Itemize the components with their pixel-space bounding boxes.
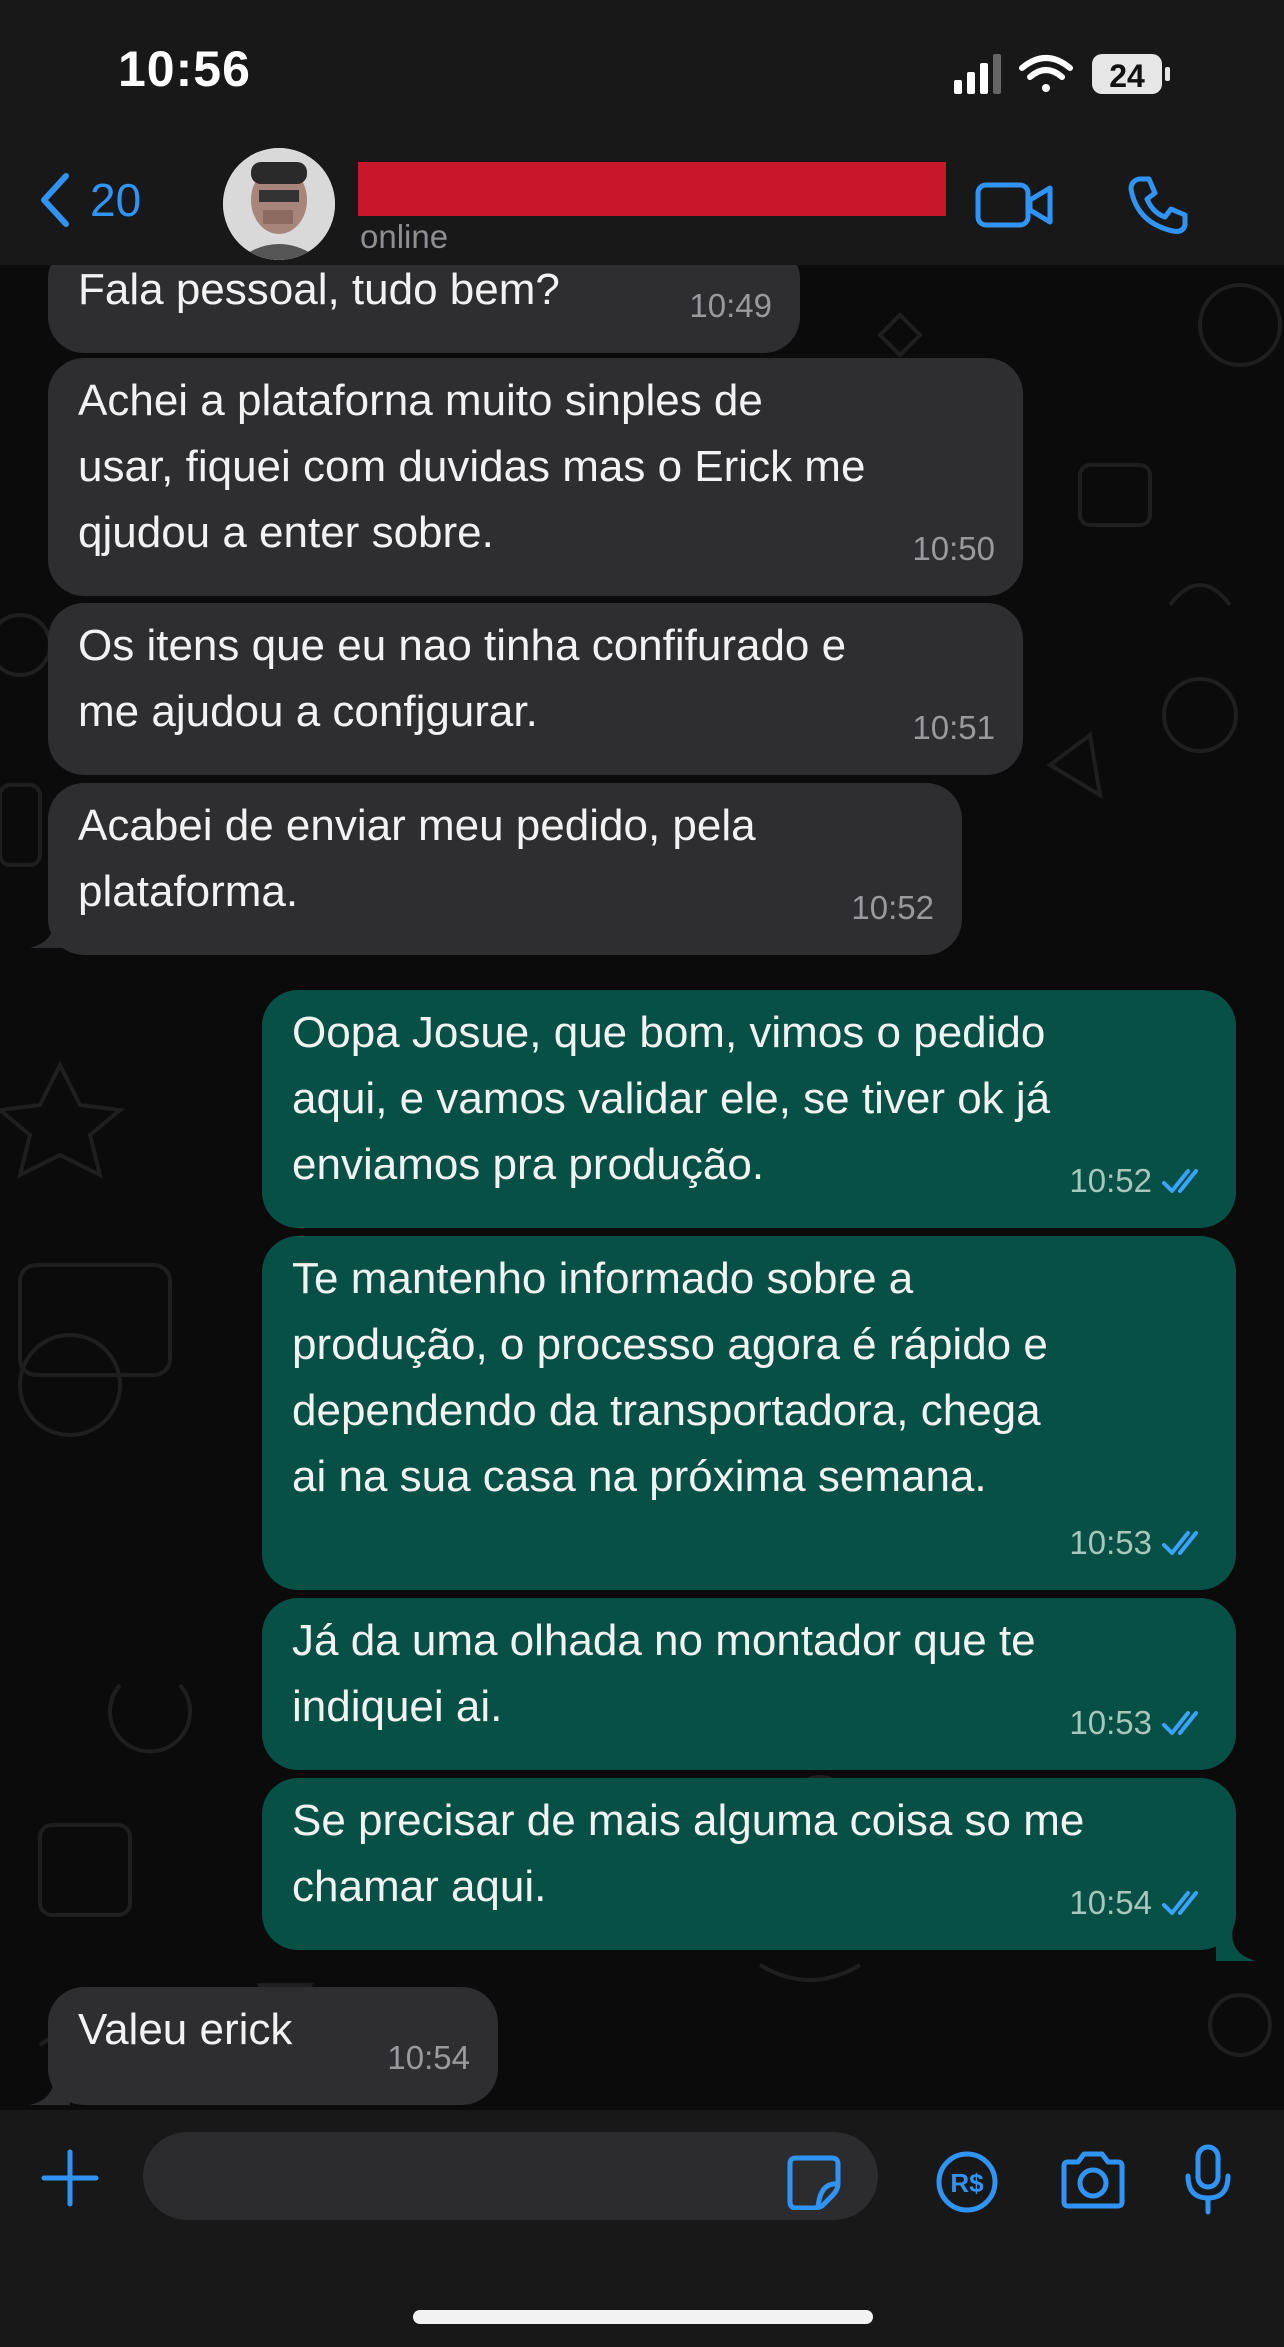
message-time: 10:51 xyxy=(912,709,995,746)
video-camera-icon[interactable] xyxy=(975,180,1053,230)
message-incoming[interactable]: Achei a plataforna muito sinples de usar… xyxy=(48,358,1023,596)
message-meta: 10:51 xyxy=(912,695,995,761)
message-text: Achei a plataforna muito sinples de usar… xyxy=(78,376,866,557)
signal-icon xyxy=(954,54,1001,94)
phone-icon[interactable] xyxy=(1125,173,1189,237)
message-outgoing[interactable]: Oopa Josue, que bom, vimos o pedido aqui… xyxy=(262,990,1236,1228)
message-meta: 10:53 xyxy=(1069,1690,1208,1756)
battery-level: 24 xyxy=(1109,58,1145,94)
message-time: 10:54 xyxy=(1069,1884,1152,1921)
message-meta: 10:52 xyxy=(851,875,934,941)
message-time: 10:52 xyxy=(1069,1162,1152,1199)
home-indicator[interactable] xyxy=(413,2310,873,2324)
message-incoming[interactable]: Acabei de enviar meu pedido, pela plataf… xyxy=(48,783,962,955)
message-text: Os itens que eu nao tinha confifurado e … xyxy=(78,621,847,736)
avatar[interactable] xyxy=(223,148,335,260)
message-time: 10:52 xyxy=(851,889,934,926)
message-text: Fala pessoal, tudo bem? xyxy=(78,265,560,314)
message-time: 10:49 xyxy=(689,287,772,324)
message-incoming[interactable]: Valeu erick 10:54 xyxy=(48,1987,498,2105)
avatar-image xyxy=(223,148,335,260)
battery-icon: 24 xyxy=(1092,54,1170,94)
svg-text:R$: R$ xyxy=(950,2168,984,2198)
presence-status: online xyxy=(360,218,449,255)
message-time: 10:54 xyxy=(387,2039,470,2076)
plus-icon[interactable] xyxy=(40,2148,100,2208)
back-button[interactable]: 20 xyxy=(38,170,141,230)
message-outgoing[interactable]: Te mantenho informado sobre a produção, … xyxy=(262,1236,1236,1590)
message-incoming[interactable]: Os itens que eu nao tinha confifurado e … xyxy=(48,603,1023,775)
message-incoming[interactable]: Fala pessoal, tudo bem? 10:49 xyxy=(48,265,800,353)
message-meta: 10:50 xyxy=(912,516,995,582)
chat-header: 20 online xyxy=(0,140,1284,265)
double-check-icon xyxy=(1162,1531,1198,1555)
double-check-icon xyxy=(1162,1169,1198,1193)
camera-icon[interactable] xyxy=(1058,2150,1128,2210)
double-check-icon xyxy=(1162,1711,1198,1735)
message-outgoing[interactable]: Já da uma olhada no montador que te indi… xyxy=(262,1598,1236,1770)
wifi-icon xyxy=(1019,55,1073,92)
message-time: 10:53 xyxy=(1069,1524,1152,1561)
message-meta: 10:52 xyxy=(1069,1148,1208,1214)
chevron-left-icon xyxy=(41,173,69,227)
message-text: Acabei de enviar meu pedido, pela plataf… xyxy=(78,801,756,916)
message-time: 10:50 xyxy=(912,530,995,567)
microphone-icon[interactable] xyxy=(1183,2144,1233,2216)
unread-count: 20 xyxy=(90,174,142,226)
status-bar: 10:56 24 xyxy=(0,0,1284,140)
message-meta: 10:53 xyxy=(1069,1510,1208,1576)
status-time: 10:56 xyxy=(118,41,251,97)
message-meta: 10:49 xyxy=(689,273,772,339)
message-text: Te mantenho informado sobre a produção, … xyxy=(292,1254,1048,1501)
message-input[interactable] xyxy=(143,2132,878,2220)
double-check-icon xyxy=(1162,1891,1198,1915)
contact-name-redacted[interactable] xyxy=(358,162,946,216)
message-time: 10:53 xyxy=(1069,1704,1152,1741)
pix-payment-icon[interactable]: R$ xyxy=(935,2150,999,2214)
sticker-icon[interactable] xyxy=(786,2154,842,2210)
message-meta: 10:54 xyxy=(1069,1870,1208,1936)
status-icons: 24 xyxy=(954,54,1170,94)
chat-area[interactable]: Fala pessoal, tudo bem? 10:49 Achei a pl… xyxy=(0,265,1284,2110)
message-outgoing[interactable]: Se precisar de mais alguma coisa so me c… xyxy=(262,1778,1236,1950)
message-meta: 10:54 xyxy=(387,2025,470,2091)
